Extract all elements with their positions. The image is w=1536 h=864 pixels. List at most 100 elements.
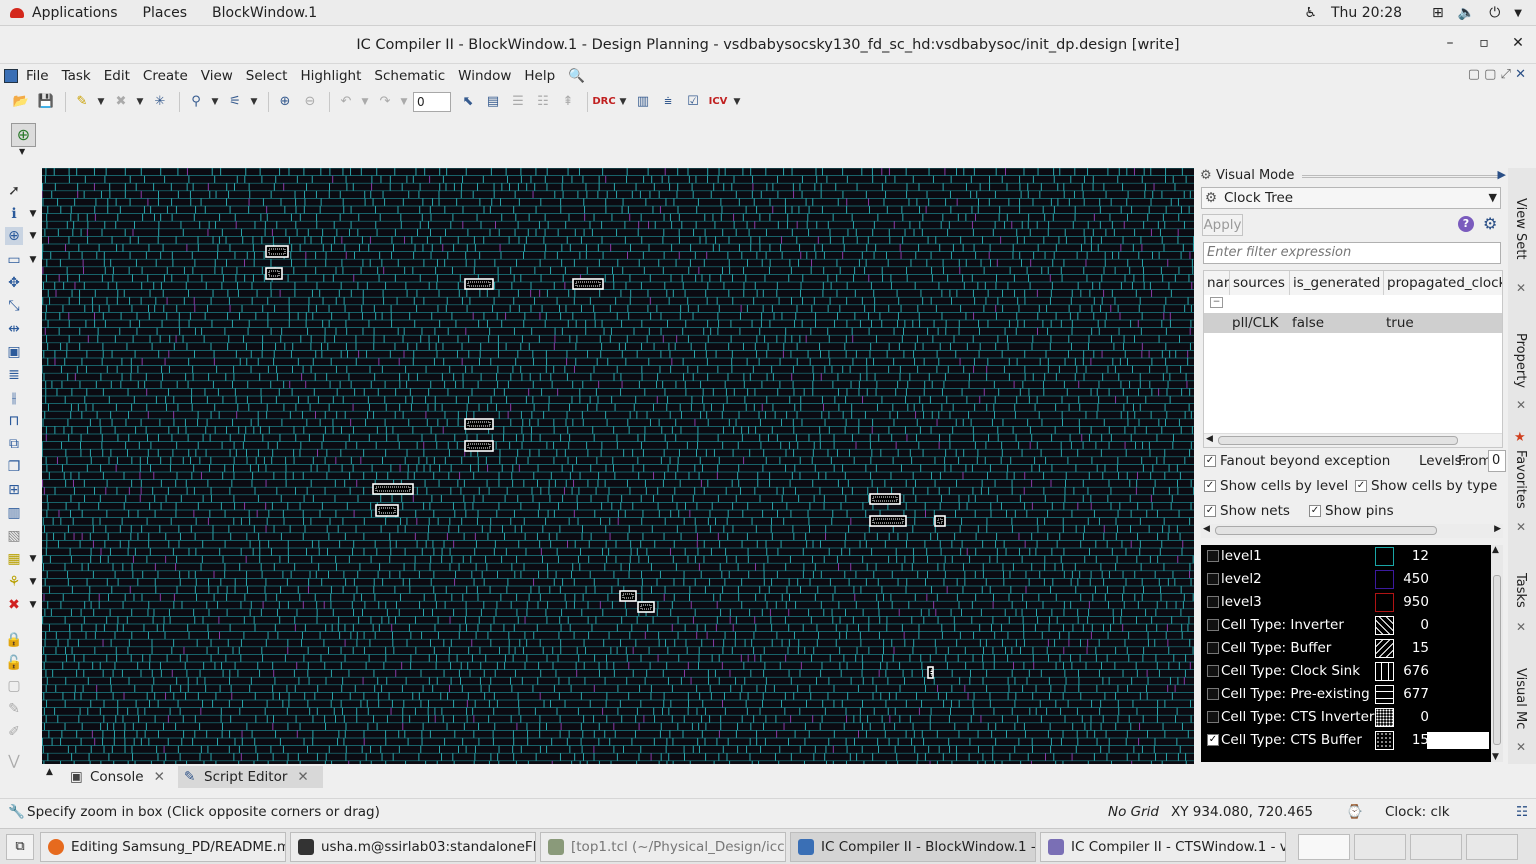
scrollbar-thumb[interactable] (1218, 436, 1458, 445)
cts-buffer-highlight[interactable] (637, 601, 655, 613)
cts-buffer-highlight[interactable] (869, 493, 901, 505)
edit-icon[interactable]: ✎ (5, 700, 23, 718)
chevron-down-icon[interactable]: ▼ (618, 91, 628, 113)
drc-icon[interactable]: DRC (592, 91, 615, 113)
menu-window[interactable]: Window (458, 68, 511, 84)
chevron-right-icon[interactable]: ▶ (1494, 524, 1501, 534)
minimize-button[interactable]: – (1442, 35, 1458, 51)
select-icon[interactable]: ⬉ (457, 91, 479, 113)
level-spinner[interactable]: 0 (413, 91, 451, 112)
pencil-icon[interactable]: ✐ (5, 723, 23, 741)
column-header-is-generated[interactable]: is_generated (1290, 271, 1384, 295)
legend-item[interactable]: level1 12 (1201, 545, 1491, 568)
open-folder-icon[interactable]: 📂 (10, 91, 32, 113)
menu-create[interactable]: Create (143, 68, 188, 84)
table-horizontal-scrollbar[interactable]: ◀ (1204, 433, 1502, 447)
dock-controls[interactable]: ▢ ▢ ⤢ ✕ (1468, 67, 1526, 82)
duplicate-icon[interactable]: ❐ (5, 458, 23, 476)
chevron-down-icon[interactable]: ▼ (19, 147, 25, 156)
chevron-down-icon[interactable]: ▼ (1514, 8, 1522, 19)
filter-input[interactable]: Enter filter expression (1203, 242, 1501, 264)
stack-icon[interactable]: ⇞ (557, 91, 579, 113)
tab-favorites[interactable]: Favorites (1513, 450, 1528, 509)
legend-checkbox[interactable] (1207, 688, 1219, 700)
chevron-down-icon[interactable]: ▼ (360, 91, 370, 113)
layer-icon[interactable]: ▧ (5, 527, 23, 545)
workspace-4[interactable] (1466, 834, 1518, 860)
legend-checkbox[interactable] (1207, 596, 1219, 608)
legend-checkbox[interactable] (1207, 619, 1219, 631)
cts-buffer-highlight[interactable] (464, 440, 494, 452)
grid-icon[interactable]: ⊞ (5, 481, 23, 499)
tab-visual-mode[interactable]: Visual Mc (1513, 668, 1528, 729)
cut-icon[interactable]: ⫲ (5, 389, 23, 407)
bar-chart-icon[interactable]: ▦ (5, 550, 23, 568)
column-icon[interactable]: ▥ (5, 504, 23, 522)
chart-icon[interactable]: ▥ (632, 91, 654, 113)
maximize-button[interactable]: ▫ (1476, 35, 1492, 51)
cts-buffer-highlight[interactable] (572, 278, 604, 290)
legend-checkbox[interactable] (1207, 550, 1219, 562)
schematic-icon[interactable]: ▤ (482, 91, 504, 113)
task-firefox[interactable]: Editing Samsung_PD/README.m... (40, 832, 286, 862)
volume-icon[interactable]: 🔈 (1458, 5, 1475, 21)
pan-icon[interactable]: ✳ (149, 91, 171, 113)
fanout-checkbox[interactable]: ✓ (1204, 455, 1216, 467)
chevron-down-icon[interactable]: ▼ (135, 91, 145, 113)
legend-item[interactable]: Cell Type: Buffer 15 (1201, 637, 1491, 660)
workspace-1[interactable] (1298, 834, 1350, 860)
tab-view-settings[interactable]: View Sett (1513, 198, 1528, 259)
undo-icon[interactable]: ↶ (335, 91, 357, 113)
help-icon[interactable]: ? (1458, 216, 1474, 232)
chevron-down-icon[interactable]: ▼ (399, 91, 409, 113)
close-icon[interactable]: ✕ (1516, 620, 1526, 634)
chevron-right-icon[interactable]: ▶ (1498, 168, 1506, 181)
legend-item[interactable]: level3 950 (1201, 591, 1491, 614)
close-icon[interactable]: ✖ (5, 596, 23, 614)
checklist-icon[interactable]: ☷ (1516, 804, 1528, 820)
table-row[interactable]: pll/CLK false true (1204, 313, 1502, 333)
task-blockwindow[interactable]: IC Compiler II - BlockWindow.1 - ... (790, 832, 1036, 862)
show-desktop-icon[interactable]: ⧉ (6, 834, 34, 860)
cts-buffer-highlight[interactable] (934, 515, 946, 527)
network-icon[interactable]: ⊞ (1432, 5, 1444, 21)
more-icon[interactable]: ⋁ (5, 752, 23, 770)
close-icon[interactable]: ✕ (1516, 740, 1526, 754)
task-ctswindow[interactable]: IC Compiler II - CTSWindow.1 - v... (1040, 832, 1286, 862)
cts-buffer-highlight[interactable] (372, 483, 414, 495)
column-header-propagated-clock[interactable]: propagated_clock (1384, 271, 1502, 295)
copy-icon[interactable]: ⧉ (5, 435, 23, 453)
gear-icon[interactable]: ⚙ (1483, 214, 1497, 233)
close-button[interactable]: ✕ (1510, 35, 1526, 51)
block-icon[interactable]: ▣ (5, 343, 23, 361)
column-header-name[interactable]: nar (1204, 271, 1230, 295)
cts-buffer-highlight[interactable] (927, 666, 934, 679)
close-icon[interactable]: ✕ (1516, 398, 1526, 412)
tab-console[interactable]: ▣ Console ✕ (64, 766, 174, 788)
legend-item[interactable]: Cell Type: Clock Sink 676 (1201, 660, 1491, 683)
legend-item[interactable]: Cell Type: Pre-existing 677 (1201, 683, 1491, 706)
show-nets-checkbox[interactable]: ✓ (1204, 505, 1216, 517)
legend-checkbox[interactable]: ✓ (1207, 734, 1219, 746)
legend-checkbox[interactable] (1207, 711, 1219, 723)
power-icon[interactable]: ⏻ (1489, 5, 1500, 21)
task-terminal[interactable]: usha.m@ssirlab03:standaloneFlow (290, 832, 536, 862)
legend-item[interactable]: Cell Type: CTS Inverter 0 (1201, 706, 1491, 729)
checklist-icon[interactable]: ☑ (682, 91, 704, 113)
mode-select[interactable]: ⚙ Clock Tree ▼ (1201, 187, 1501, 209)
close-icon[interactable]: ✕ (1516, 281, 1526, 295)
workspace-3[interactable] (1410, 834, 1462, 860)
collapse-icon[interactable]: − (1210, 297, 1223, 308)
layout-canvas[interactable] (42, 168, 1194, 764)
menu-task[interactable]: Task (62, 68, 91, 84)
chevron-down-icon[interactable]: ▼ (28, 205, 38, 223)
chevron-down-icon[interactable]: ▼ (28, 596, 38, 614)
pointer-icon[interactable]: ➚ (5, 182, 23, 200)
accessibility-icon[interactable]: ♿ (1304, 5, 1317, 21)
legend-checkbox[interactable] (1207, 665, 1219, 677)
legend-checkbox[interactable] (1207, 573, 1219, 585)
chevron-left-icon[interactable]: ◀ (1203, 524, 1210, 534)
zoom-fit-icon[interactable]: ⊕ (274, 91, 296, 113)
show-pins-checkbox[interactable]: ✓ (1309, 505, 1321, 517)
tab-tasks[interactable]: Tasks (1513, 573, 1528, 608)
